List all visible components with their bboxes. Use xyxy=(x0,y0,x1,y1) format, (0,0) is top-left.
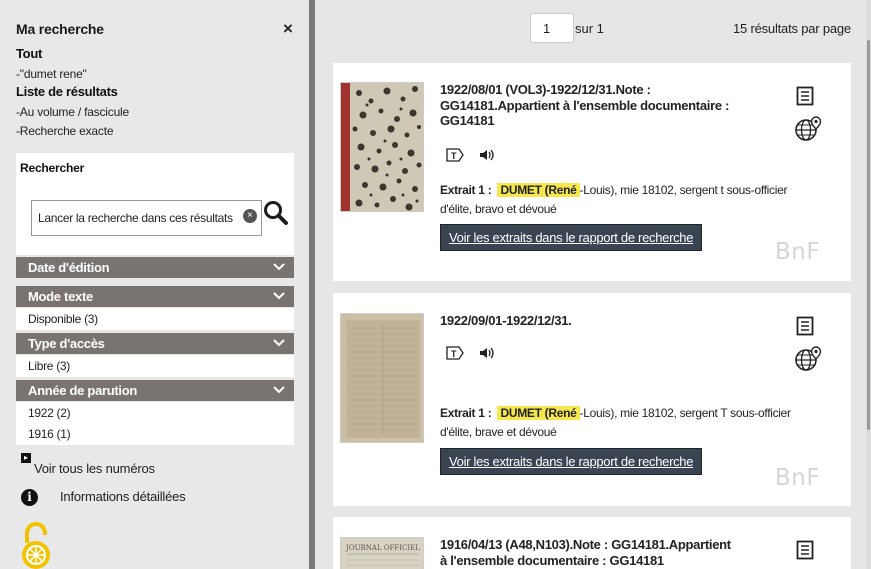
refine-search-input[interactable] xyxy=(31,200,262,236)
page-number-input[interactable] xyxy=(530,13,574,43)
search-icon[interactable] xyxy=(262,199,290,227)
sidebar-title: Ma recherche xyxy=(16,21,104,37)
page-count-label: sur 1 xyxy=(575,21,604,36)
view-extracts-button[interactable]: Voir les extraits dans le rapport de rec… xyxy=(440,224,703,251)
svg-text:T: T xyxy=(451,151,457,161)
criteria-heading-results: Liste de résultats xyxy=(16,84,118,99)
facet-item-disponible[interactable]: Disponible (3) xyxy=(16,308,294,330)
result-extract: Extrait 1 : DUMET (René -Louis), mie 1810… xyxy=(440,404,795,442)
result-card: 1922/09/01-1922/12/31. T Extrait 1 : DUM… xyxy=(333,293,851,506)
refine-search-panel: Rechercher × xyxy=(16,153,294,255)
result-card: JOURNAL OFFICIEL 1916/04/13 (A48,N103).N… xyxy=(333,517,851,569)
chevron-down-icon xyxy=(273,263,285,271)
document-thumbnail[interactable] xyxy=(340,82,424,212)
chevron-down-icon xyxy=(273,386,285,394)
refine-search-label: Rechercher xyxy=(20,161,85,175)
extract-label: Extrait 1 : xyxy=(440,406,492,420)
clear-icon[interactable]: × xyxy=(243,209,257,223)
facet-item-1922[interactable]: 1922 (2) xyxy=(16,402,294,424)
document-thumbnail[interactable] xyxy=(340,313,424,443)
bnf-logo: BnF xyxy=(775,465,821,491)
facet-header-date-edition[interactable]: Date d'édition xyxy=(16,257,294,278)
scrollbar-thumb[interactable] xyxy=(867,40,870,430)
facet-item-1916[interactable]: 1916 (1) xyxy=(16,423,294,445)
marbled-cover-image xyxy=(341,83,423,211)
facet-header-annee-parution[interactable]: Année de parution xyxy=(16,380,294,401)
document-notice-icon[interactable] xyxy=(796,540,814,560)
open-lock-icon xyxy=(22,522,50,569)
chevron-right-icon: ▸ xyxy=(21,453,31,463)
criteria-exact: -Recherche exacte xyxy=(16,124,114,138)
result-title[interactable]: 1922/09/01-1922/12/31. xyxy=(440,313,740,329)
extract-text: -Louis), mie 18102, sergent T sous-offic… xyxy=(440,406,791,439)
text-mode-icon[interactable]: T xyxy=(444,345,504,361)
view-extracts-button[interactable]: Voir les extraits dans le rapport de rec… xyxy=(440,448,703,475)
extract-text: -Louis), mie 18102, sergent t sous-offic… xyxy=(440,183,788,216)
extract-highlight: DUMET (René xyxy=(497,183,580,197)
newspaper-page-image xyxy=(341,314,423,442)
search-sidebar: Ma recherche × Tout -"dumet rene" Liste … xyxy=(0,0,309,569)
facet-label: Mode texte xyxy=(28,289,93,304)
close-icon[interactable]: × xyxy=(283,19,293,39)
document-notice-icon[interactable] xyxy=(796,86,814,106)
chevron-down-icon xyxy=(273,292,285,300)
facet-header-mode-texte[interactable]: Mode texte xyxy=(16,286,294,307)
result-extract: Extrait 1 : DUMET (René -Louis), mie 1810… xyxy=(440,181,795,219)
thumb-caption: JOURNAL OFFICIEL xyxy=(345,544,420,552)
extract-highlight: DUMET (René xyxy=(497,406,580,420)
facet-item-libre[interactable]: Libre (3) xyxy=(16,355,294,377)
criteria-volume: -Au volume / fascicule xyxy=(16,105,129,119)
document-thumbnail[interactable]: JOURNAL OFFICIEL xyxy=(340,537,424,569)
bnf-logo: BnF xyxy=(775,239,821,265)
criteria-heading-all: Tout xyxy=(16,46,42,61)
chevron-down-icon xyxy=(273,339,285,347)
facet-label: Date d'édition xyxy=(28,260,110,275)
result-title[interactable]: 1922/08/01 (VOL3)-1922/12/31.Note : GG14… xyxy=(440,82,740,129)
facet-header-type-acces[interactable]: Type d'accès xyxy=(16,333,294,354)
globe-location-icon[interactable] xyxy=(794,345,822,373)
extract-label: Extrait 1 : xyxy=(440,183,492,197)
info-icon: i xyxy=(21,489,38,506)
criteria-query: -"dumet rene" xyxy=(16,67,87,81)
detailed-info-link[interactable]: Informations détaillées xyxy=(60,489,186,504)
document-notice-icon[interactable] xyxy=(796,316,814,336)
results-per-page[interactable]: 15 résultats par page xyxy=(733,21,851,36)
result-title[interactable]: 1916/04/13 (A48,N103).Note : GG14181.App… xyxy=(440,537,740,568)
all-issues-link[interactable]: Voir tous les numéros xyxy=(34,461,155,476)
globe-location-icon[interactable] xyxy=(794,115,822,143)
text-mode-icon[interactable]: T xyxy=(444,147,504,163)
svg-text:T: T xyxy=(451,349,457,359)
facet-label: Année de parution xyxy=(28,383,138,398)
newspaper-page-image: JOURNAL OFFICIEL xyxy=(341,538,423,569)
facet-label: Type d'accès xyxy=(28,336,105,351)
result-card: 1922/08/01 (VOL3)-1922/12/31.Note : GG14… xyxy=(333,63,851,281)
